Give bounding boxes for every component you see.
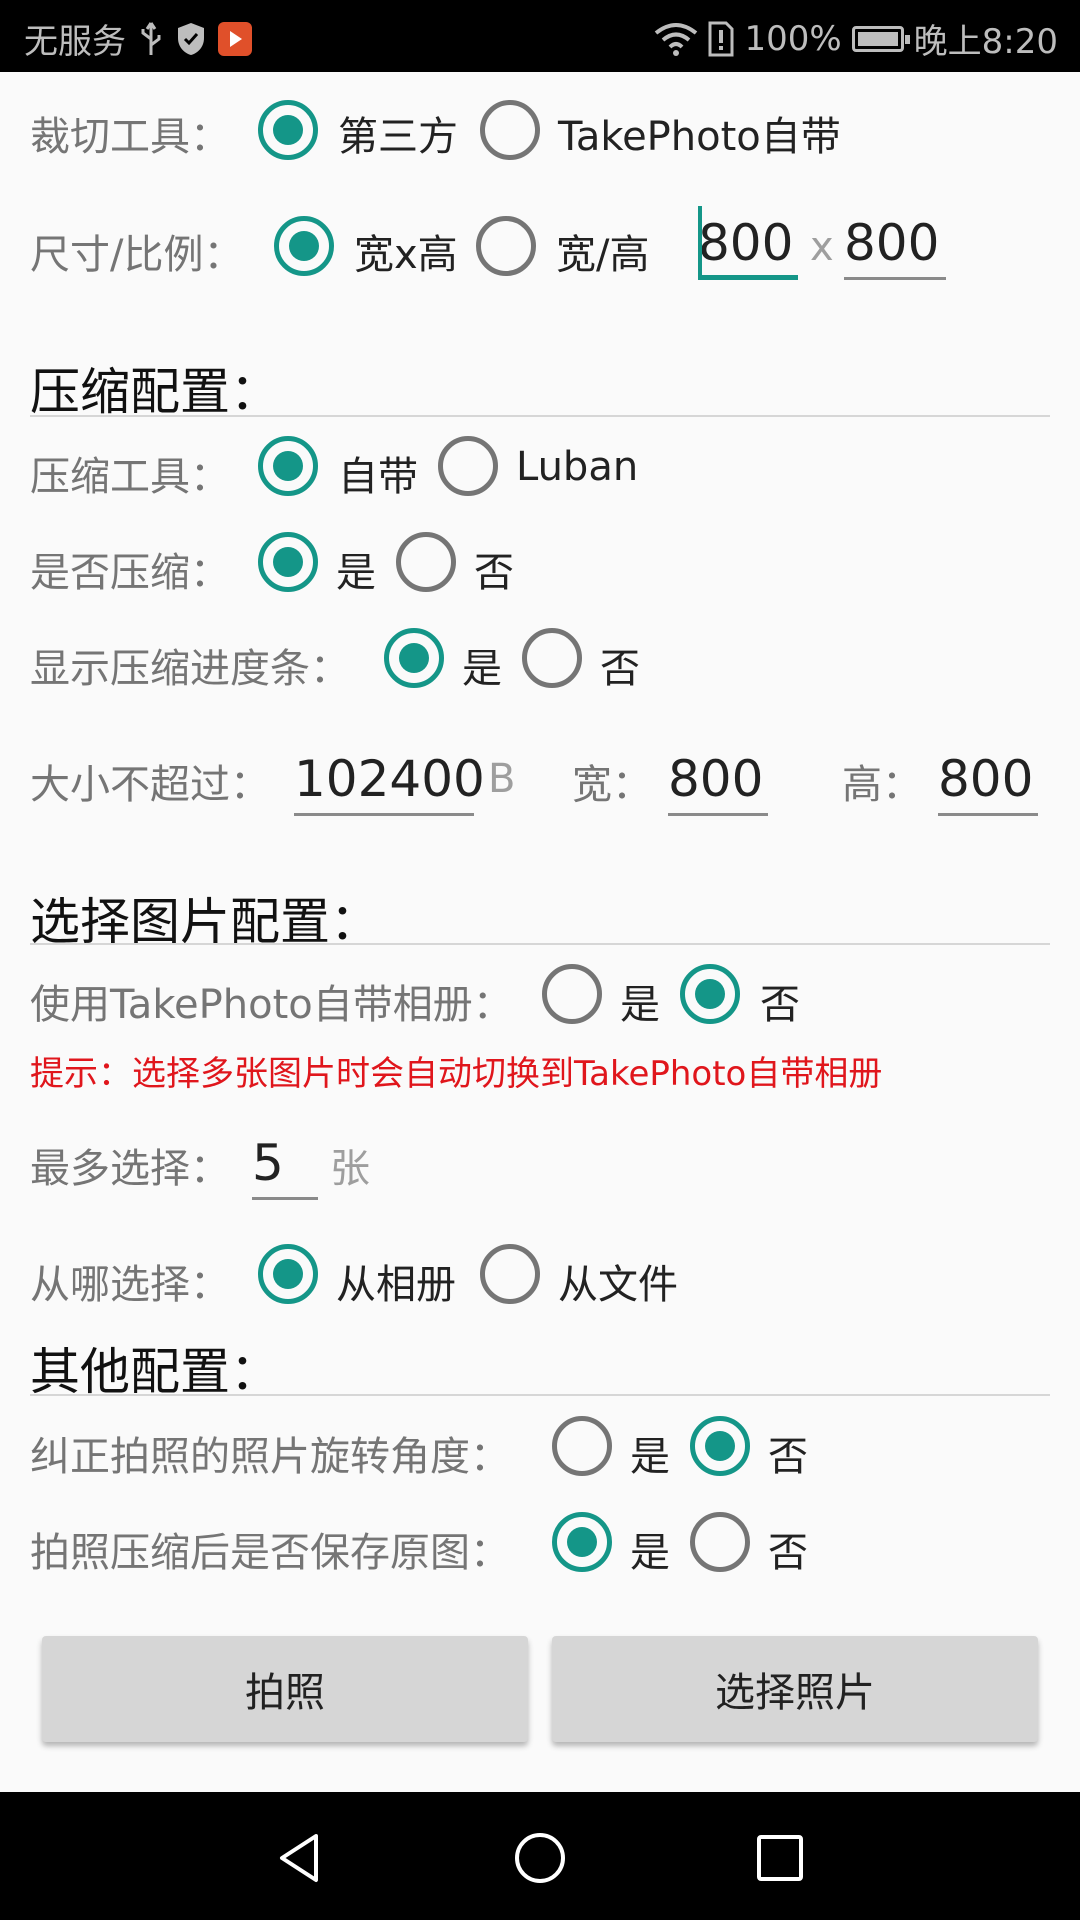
back-icon[interactable] xyxy=(270,1828,330,1888)
save-original-radio-yes[interactable] xyxy=(552,1512,612,1572)
source-radio-file[interactable] xyxy=(480,1244,540,1304)
compress-enable-radio-no[interactable] xyxy=(396,532,456,592)
status-bar: 无服务 100% 晚上8:20 xyxy=(0,0,1080,72)
compress-height-input[interactable]: 800 xyxy=(938,746,1038,816)
pick-photo-button[interactable]: 选择照片 xyxy=(552,1636,1038,1742)
compress-width-input[interactable]: 800 xyxy=(668,746,768,816)
album-option-no: 否 xyxy=(760,982,800,1028)
save-original-radio-no[interactable] xyxy=(690,1512,750,1572)
save-original-option-no: 否 xyxy=(768,1530,808,1576)
other-divider xyxy=(30,1394,1050,1396)
compress-tool-radio-builtin[interactable] xyxy=(258,436,318,496)
compress-progress-label: 显示压缩进度条： xyxy=(30,646,350,692)
compress-enable-radio-yes[interactable] xyxy=(258,532,318,592)
source-label: 从哪选择： xyxy=(30,1262,230,1308)
battery-icon xyxy=(851,25,910,52)
compress-section-title: 压缩配置： xyxy=(30,363,280,421)
size-radio-w-over-h[interactable] xyxy=(476,216,536,276)
max-size-label: 大小不超过： xyxy=(30,762,270,808)
album-radio-yes[interactable] xyxy=(542,964,602,1024)
max-select-label: 最多选择： xyxy=(30,1146,230,1192)
max-size-input[interactable]: 102400 xyxy=(294,746,485,816)
rotate-label: 纠正拍照的照片旋转角度： xyxy=(30,1434,510,1480)
sim-alert-icon xyxy=(708,21,734,56)
compress-width-label: 宽： xyxy=(572,762,652,808)
wifi-icon xyxy=(655,22,698,56)
pick-divider xyxy=(30,943,1050,945)
app-icon xyxy=(218,21,252,56)
usb-icon xyxy=(141,21,161,55)
size-option-w-over-h: 宽/高 xyxy=(556,232,650,278)
size-radio-wxh[interactable] xyxy=(274,216,334,276)
multi-select-hint: 提示：选择多张图片时会自动切换到TakePhoto自带相册 xyxy=(30,1054,883,1094)
rotate-option-yes: 是 xyxy=(630,1434,670,1480)
album-radio-no[interactable] xyxy=(680,964,740,1024)
album-label: 使用TakePhoto自带相册： xyxy=(30,982,513,1028)
text-cursor xyxy=(698,206,702,276)
crop-height-input[interactable]: 800 xyxy=(844,210,946,280)
times-sign: x xyxy=(810,224,834,270)
compress-height-label: 高： xyxy=(842,762,922,808)
compress-tool-option-luban: Luban xyxy=(516,444,639,490)
size-ratio-label: 尺寸/比例： xyxy=(30,232,244,278)
pick-photo-label: 选择照片 xyxy=(715,1670,875,1716)
clock: 晚上8:20 xyxy=(913,22,1058,62)
source-option-file: 从文件 xyxy=(558,1262,678,1308)
home-icon[interactable] xyxy=(510,1828,570,1888)
compress-enable-option-yes: 是 xyxy=(336,550,376,596)
compress-enable-label: 是否压缩： xyxy=(30,550,230,596)
rotate-option-no: 否 xyxy=(768,1434,808,1480)
battery-percent: 100% xyxy=(744,18,842,59)
recents-icon[interactable] xyxy=(750,1828,810,1888)
max-size-unit: B xyxy=(488,756,516,802)
compress-tool-option-builtin: 自带 xyxy=(338,454,418,500)
battery-fill xyxy=(857,31,898,46)
crop-tool-radio-third-party[interactable] xyxy=(258,100,318,160)
shield-icon xyxy=(178,22,204,55)
compress-progress-option-no: 否 xyxy=(600,646,640,692)
source-option-album: 从相册 xyxy=(336,1262,456,1308)
max-select-unit: 张 xyxy=(330,1146,370,1192)
crop-width-input[interactable]: 800 xyxy=(698,210,798,280)
save-original-option-yes: 是 xyxy=(630,1530,670,1576)
rotate-radio-no[interactable] xyxy=(690,1416,750,1476)
crop-tool-label: 裁切工具： xyxy=(30,114,230,160)
source-radio-album[interactable] xyxy=(258,1244,318,1304)
album-option-yes: 是 xyxy=(620,982,660,1028)
compress-tool-radio-luban[interactable] xyxy=(438,436,498,496)
navigation-bar xyxy=(0,1792,1080,1920)
compress-progress-option-yes: 是 xyxy=(462,646,502,692)
take-photo-button[interactable]: 拍照 xyxy=(42,1636,528,1742)
compress-divider xyxy=(30,415,1050,417)
size-option-wxh: 宽x高 xyxy=(354,232,458,278)
compress-progress-radio-no[interactable] xyxy=(522,628,582,688)
crop-tool-option-takephoto: TakePhoto自带 xyxy=(558,114,841,160)
save-original-label: 拍照压缩后是否保存原图： xyxy=(30,1530,510,1576)
compress-enable-option-no: 否 xyxy=(474,550,514,596)
rotate-radio-yes[interactable] xyxy=(552,1416,612,1476)
crop-tool-option-third-party: 第三方 xyxy=(338,114,458,160)
carrier-text: 无服务 xyxy=(24,22,126,62)
take-photo-label: 拍照 xyxy=(245,1670,325,1716)
compress-progress-radio-yes[interactable] xyxy=(384,628,444,688)
crop-tool-radio-takephoto[interactable] xyxy=(480,100,540,160)
compress-tool-label: 压缩工具： xyxy=(30,454,230,500)
max-select-input[interactable]: 5 xyxy=(252,1130,318,1200)
